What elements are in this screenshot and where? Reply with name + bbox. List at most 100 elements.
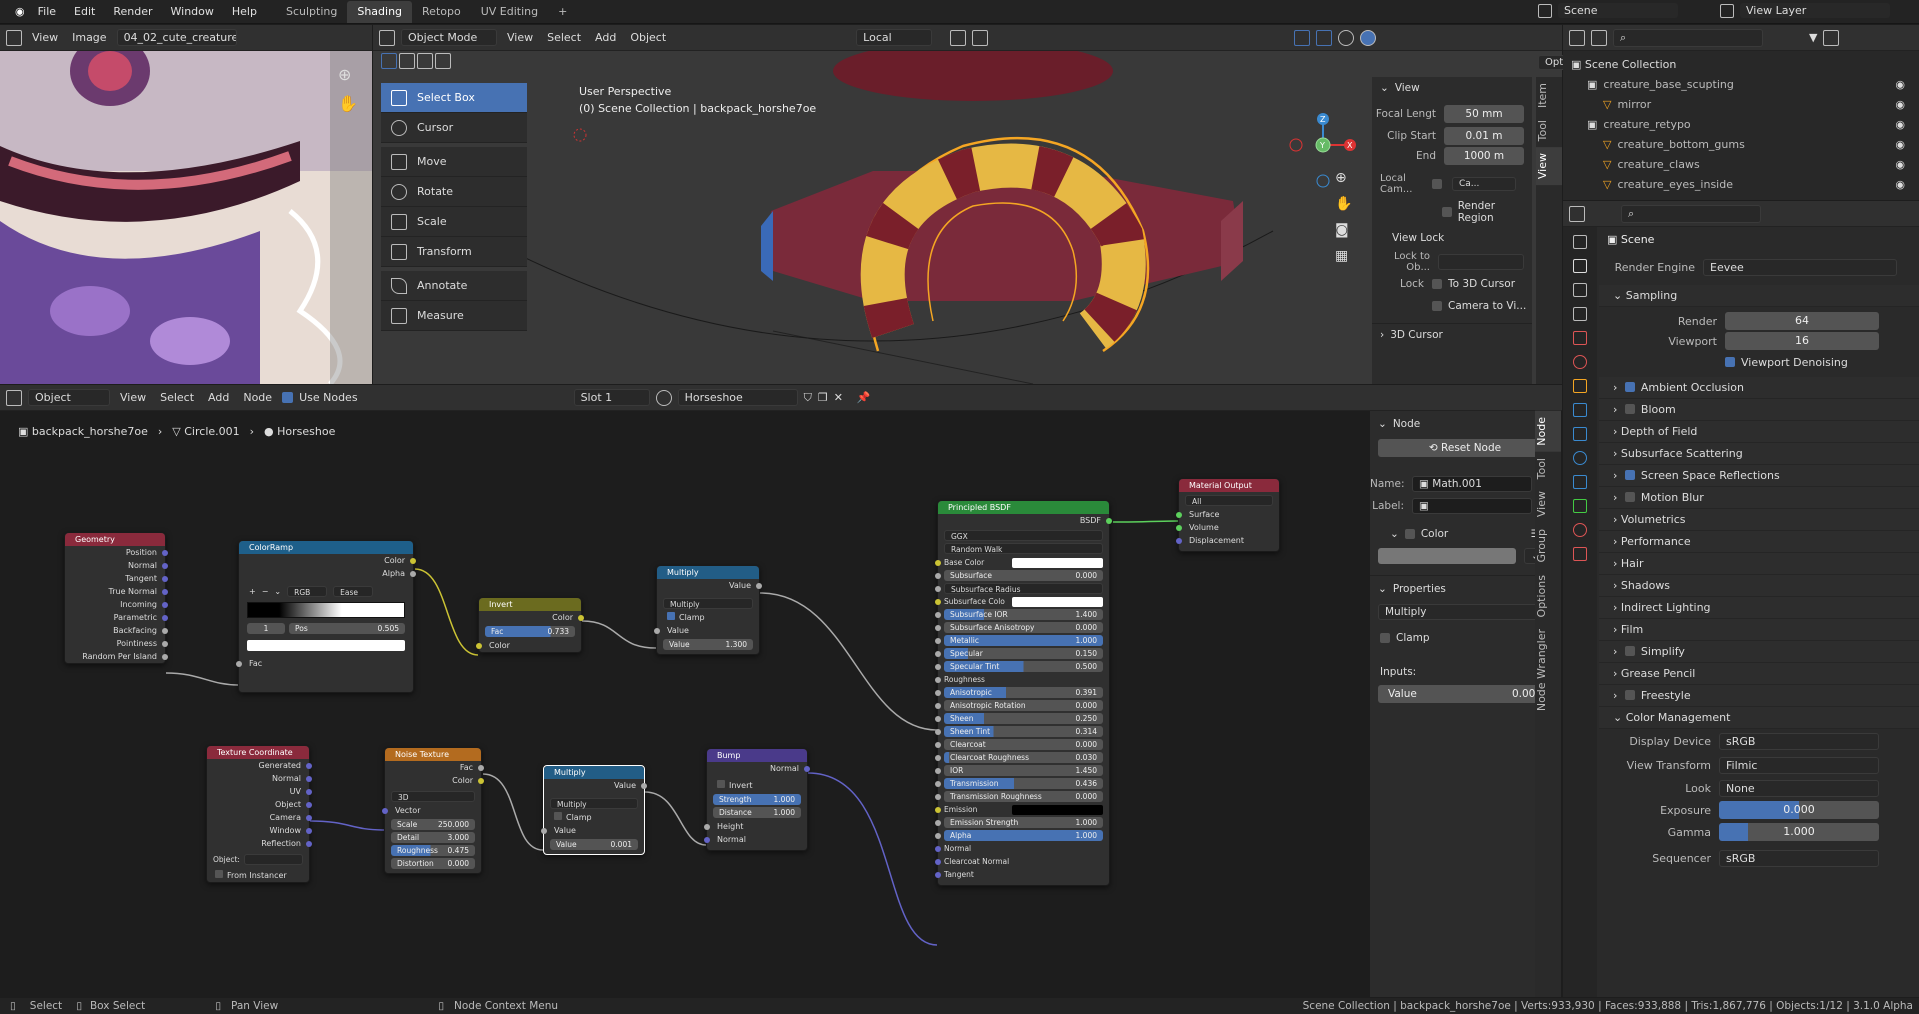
bsdf-input-field[interactable]: Specular Tint 0.500 xyxy=(944,661,1103,672)
panel-enable-checkbox[interactable] xyxy=(1624,492,1635,502)
filter-icon[interactable]: ▼ xyxy=(1809,31,1817,44)
scene-icon[interactable] xyxy=(1538,3,1552,18)
render-region-checkbox[interactable] xyxy=(1442,207,1452,217)
panel-header-bloom[interactable]: › Bloom xyxy=(1599,399,1919,421)
bsdf-input-row[interactable]: Subsurface 0.000 xyxy=(935,569,1109,582)
socket-icon[interactable] xyxy=(1176,538,1182,544)
outliner-item[interactable]: ▽ creature_bottom_gums ◉ xyxy=(1571,135,1919,155)
from-instancer-checkbox[interactable] xyxy=(215,870,223,878)
color-socket-icon[interactable] xyxy=(478,778,484,784)
render-tab-icon[interactable] xyxy=(1573,259,1587,273)
object-tab-icon[interactable] xyxy=(1573,379,1587,393)
lock-to-object-field[interactable] xyxy=(1438,254,1524,270)
node-name-field[interactable]: ▣ Math.001 xyxy=(1412,476,1532,492)
bsdf-distribution-select[interactable]: GGX xyxy=(944,530,1103,541)
3d-cursor-panel-header[interactable]: › 3D Cursor xyxy=(1372,323,1532,345)
zoom-view-icon[interactable]: ⊕ xyxy=(1335,170,1352,186)
multiply-value-input[interactable]: Value xyxy=(654,624,759,637)
bsdf-input-row[interactable]: Roughness xyxy=(935,673,1109,686)
editor-type-icon[interactable] xyxy=(6,29,22,46)
tab-options[interactable]: Options xyxy=(1535,569,1561,623)
socket-icon[interactable] xyxy=(162,563,168,569)
texcoord-output-row[interactable]: Object xyxy=(207,798,312,811)
principled-bsdf-node[interactable]: Principled BSDF BSDF GGX Random Walk Bas… xyxy=(935,500,1112,886)
bsdf-input-field[interactable]: Specular 0.150 xyxy=(944,648,1103,659)
constraints-tab-icon[interactable] xyxy=(1573,475,1587,489)
socket-icon[interactable] xyxy=(935,807,941,813)
properties-search-input[interactable]: ⌕ xyxy=(1621,204,1761,223)
pan-hand-icon[interactable]: ✋ xyxy=(338,94,358,113)
texcoord-output-row[interactable]: Window xyxy=(207,824,312,837)
socket-icon[interactable] xyxy=(935,846,941,852)
panel-enable-checkbox[interactable] xyxy=(1624,470,1635,480)
from-instancer-toggle[interactable]: From Instancer xyxy=(207,869,309,882)
noise-roughness-field[interactable]: Roughness 0.475 xyxy=(391,845,475,856)
tool-rotate[interactable]: Rotate xyxy=(381,177,527,207)
geometry-output-row[interactable]: Tangent xyxy=(65,572,168,585)
tool-tab-icon[interactable] xyxy=(1573,235,1587,249)
clamp-checkbox[interactable] xyxy=(667,612,675,620)
color-management-panel-header[interactable]: ⌄ Color Management xyxy=(1599,707,1919,729)
bsdf-input-row[interactable]: IOR 1.450 xyxy=(935,764,1109,777)
tool-scale[interactable]: Scale xyxy=(381,207,527,237)
viewport-samples-field[interactable]: 16 xyxy=(1725,332,1879,350)
visibility-eye-icon[interactable]: ◉ xyxy=(1895,95,1905,115)
texture-tab-icon[interactable] xyxy=(1573,547,1587,561)
geometry-output-row[interactable]: Incoming xyxy=(65,598,168,611)
material-tab-icon[interactable] xyxy=(1573,523,1587,537)
socket-icon[interactable] xyxy=(935,794,941,800)
socket-icon[interactable] xyxy=(935,625,941,631)
tab-tool[interactable]: Tool xyxy=(1536,114,1562,147)
socket-icon[interactable] xyxy=(935,820,941,826)
texture-coordinate-node[interactable]: Texture Coordinate Generated Normal UV Obje… xyxy=(206,745,312,883)
outliner-item[interactable]: ▽ mirror ◉ xyxy=(1571,95,1919,115)
geometry-output-row[interactable]: Parametric xyxy=(65,611,168,624)
socket-icon[interactable] xyxy=(935,742,941,748)
visibility-eye-icon[interactable]: ◉ xyxy=(1895,155,1905,175)
bump-strength-field[interactable]: Strength 1.000 xyxy=(713,794,801,805)
camera-to-view-checkbox[interactable] xyxy=(1432,301,1442,311)
viewport-editor-icon[interactable] xyxy=(379,29,395,46)
invert-node[interactable]: Invert Color Fac 0.733 Color xyxy=(476,597,584,653)
display-mode-icon[interactable] xyxy=(1591,29,1607,46)
socket-icon[interactable] xyxy=(935,859,941,865)
panel-header-depth-of-field[interactable]: › Depth of Field xyxy=(1599,421,1919,443)
vector-socket-icon[interactable] xyxy=(804,766,810,772)
socket-icon[interactable] xyxy=(935,755,941,761)
socket-icon[interactable] xyxy=(935,586,941,592)
gizmo-toggle-icon[interactable] xyxy=(1294,29,1311,46)
panel-header-indirect-lighting[interactable]: › Indirect Lighting xyxy=(1599,597,1919,619)
data-tab-icon[interactable] xyxy=(1573,499,1587,513)
snap-icon[interactable] xyxy=(950,29,967,46)
multiply-clamp-toggle[interactable]: Clamp xyxy=(544,811,644,824)
panel-enable-checkbox[interactable] xyxy=(1624,690,1635,700)
color-swatch[interactable] xyxy=(1012,557,1103,568)
bsdf-input-row[interactable]: Anisotropic Rotation 0.000 xyxy=(935,699,1109,712)
bsdf-input-row[interactable]: Transmission 0.436 xyxy=(935,777,1109,790)
tool-transform[interactable]: Transform xyxy=(381,237,527,267)
panel-header-performance[interactable]: › Performance xyxy=(1599,531,1919,553)
multiply-value-output[interactable]: Value xyxy=(657,579,762,592)
socket-icon[interactable] xyxy=(935,651,941,657)
value-socket-icon[interactable] xyxy=(478,765,484,771)
render-samples-field[interactable]: 64 xyxy=(1725,312,1879,330)
vector-socket-icon[interactable] xyxy=(306,828,312,834)
socket-icon[interactable] xyxy=(935,573,941,579)
panel-header-motion-blur[interactable]: › Motion Blur xyxy=(1599,487,1919,509)
bsdf-input-field[interactable]: Clearcoat 0.000 xyxy=(944,739,1103,750)
invert-checkbox[interactable] xyxy=(717,780,725,788)
bsdf-input-row[interactable]: Subsurface Radius xyxy=(935,582,1109,595)
bump-distance-field[interactable]: Distance 1.000 xyxy=(713,807,801,818)
ramp-color-mode-select[interactable]: RGB xyxy=(287,586,328,597)
output-target-select[interactable]: All xyxy=(1185,495,1273,506)
geometry-output-row[interactable]: Random Per Island xyxy=(65,650,168,663)
shading-solid-icon[interactable] xyxy=(1338,29,1355,46)
vector-socket-icon[interactable] xyxy=(306,841,312,847)
node-operation-select[interactable]: Multiply xyxy=(1378,604,1552,620)
view-layer-tab-icon[interactable] xyxy=(1573,307,1587,321)
tab-node[interactable]: Node xyxy=(1535,411,1561,452)
node-panel-header[interactable]: ⌄ Node xyxy=(1370,411,1560,437)
colorramp-alpha-output[interactable]: Alpha xyxy=(239,567,416,580)
ramp-stop-index-field[interactable]: 1 xyxy=(247,623,285,634)
color-socket-icon[interactable] xyxy=(578,615,584,621)
